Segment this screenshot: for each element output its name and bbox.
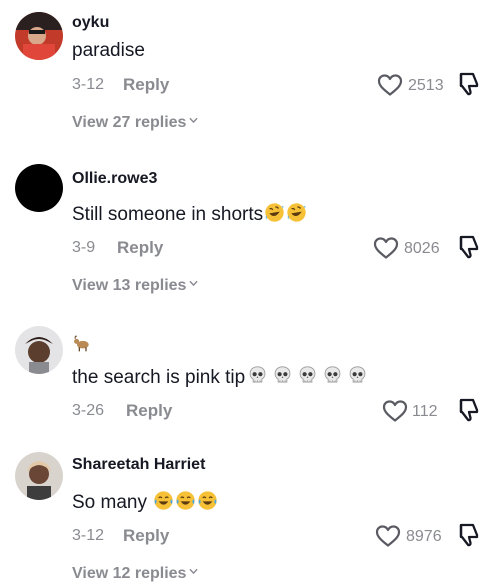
goat-emoji bbox=[74, 335, 89, 352]
view-replies-label: View 12 replies bbox=[72, 565, 187, 582]
view-replies-link[interactable]: View 12 replies bbox=[72, 565, 198, 583]
emoji-group bbox=[153, 490, 218, 511]
comment-text-content: So many bbox=[72, 492, 147, 513]
view-replies-label: View 27 replies bbox=[72, 114, 187, 131]
avatar[interactable] bbox=[15, 326, 63, 374]
tears-of-joy-emoji bbox=[197, 490, 218, 511]
tears-of-joy-emoji bbox=[175, 490, 196, 511]
comment-username[interactable]: Shareetah Harriet bbox=[72, 456, 205, 474]
reply-button[interactable]: Reply bbox=[126, 401, 172, 421]
comment-text-content: the search is pink tip bbox=[72, 367, 246, 388]
thumbs-down-outline-icon[interactable] bbox=[455, 71, 481, 97]
emoji-group bbox=[264, 202, 307, 223]
skull-emoji bbox=[247, 365, 268, 386]
skull-emoji bbox=[347, 365, 368, 386]
emoji-group bbox=[247, 365, 368, 386]
thumbs-down-outline-icon[interactable] bbox=[455, 522, 481, 548]
comment-date: 3-12 bbox=[72, 76, 105, 93]
chevron-down-icon bbox=[189, 279, 198, 288]
skull-emoji bbox=[272, 365, 293, 386]
heart-outline-icon[interactable] bbox=[375, 524, 401, 548]
comment-username[interactable]: oyku bbox=[72, 14, 109, 32]
reply-button[interactable]: Reply bbox=[123, 526, 169, 546]
comment-username[interactable]: Ollie.rowe3 bbox=[72, 170, 157, 188]
comment-text: Still someone in shorts bbox=[72, 202, 307, 226]
avatar[interactable] bbox=[15, 12, 63, 60]
avatar[interactable] bbox=[15, 452, 63, 500]
thumbs-down-outline-icon[interactable] bbox=[455, 397, 481, 423]
rolling-laughing-emoji bbox=[264, 202, 285, 223]
like-count: 2513 bbox=[408, 77, 444, 94]
comment-text: So many bbox=[72, 490, 218, 514]
view-replies-label: View 13 replies bbox=[72, 277, 187, 294]
heart-outline-icon[interactable] bbox=[382, 399, 408, 423]
like-count: 8976 bbox=[406, 528, 442, 545]
comment-date: 3-9 bbox=[72, 239, 96, 256]
thumbs-down-outline-icon[interactable] bbox=[455, 234, 481, 260]
reply-button[interactable]: Reply bbox=[123, 75, 169, 95]
avatar[interactable] bbox=[15, 164, 63, 212]
heart-outline-icon[interactable] bbox=[377, 73, 403, 97]
comment-date: 3-26 bbox=[72, 402, 105, 419]
skull-emoji bbox=[322, 365, 343, 386]
skull-emoji bbox=[297, 365, 318, 386]
view-replies-link[interactable]: View 13 replies bbox=[72, 277, 198, 295]
like-count: 8026 bbox=[404, 240, 440, 257]
view-replies-link[interactable]: View 27 replies bbox=[72, 114, 198, 132]
comment-text: the search is pink tip bbox=[72, 365, 368, 389]
comment-text-content: Still someone in shorts bbox=[72, 204, 264, 225]
chevron-down-icon bbox=[189, 567, 198, 576]
comment-date: 3-12 bbox=[72, 527, 105, 544]
reply-button[interactable]: Reply bbox=[117, 238, 163, 258]
like-count: 112 bbox=[412, 403, 438, 420]
heart-outline-icon[interactable] bbox=[373, 236, 399, 260]
comment-text: paradise bbox=[72, 40, 145, 61]
rolling-laughing-emoji bbox=[286, 202, 307, 223]
comments-screen: { "comments": [ { "username": "oyku", "t… bbox=[0, 0, 500, 583]
chevron-down-icon bbox=[189, 116, 198, 125]
tears-of-joy-emoji bbox=[153, 490, 174, 511]
